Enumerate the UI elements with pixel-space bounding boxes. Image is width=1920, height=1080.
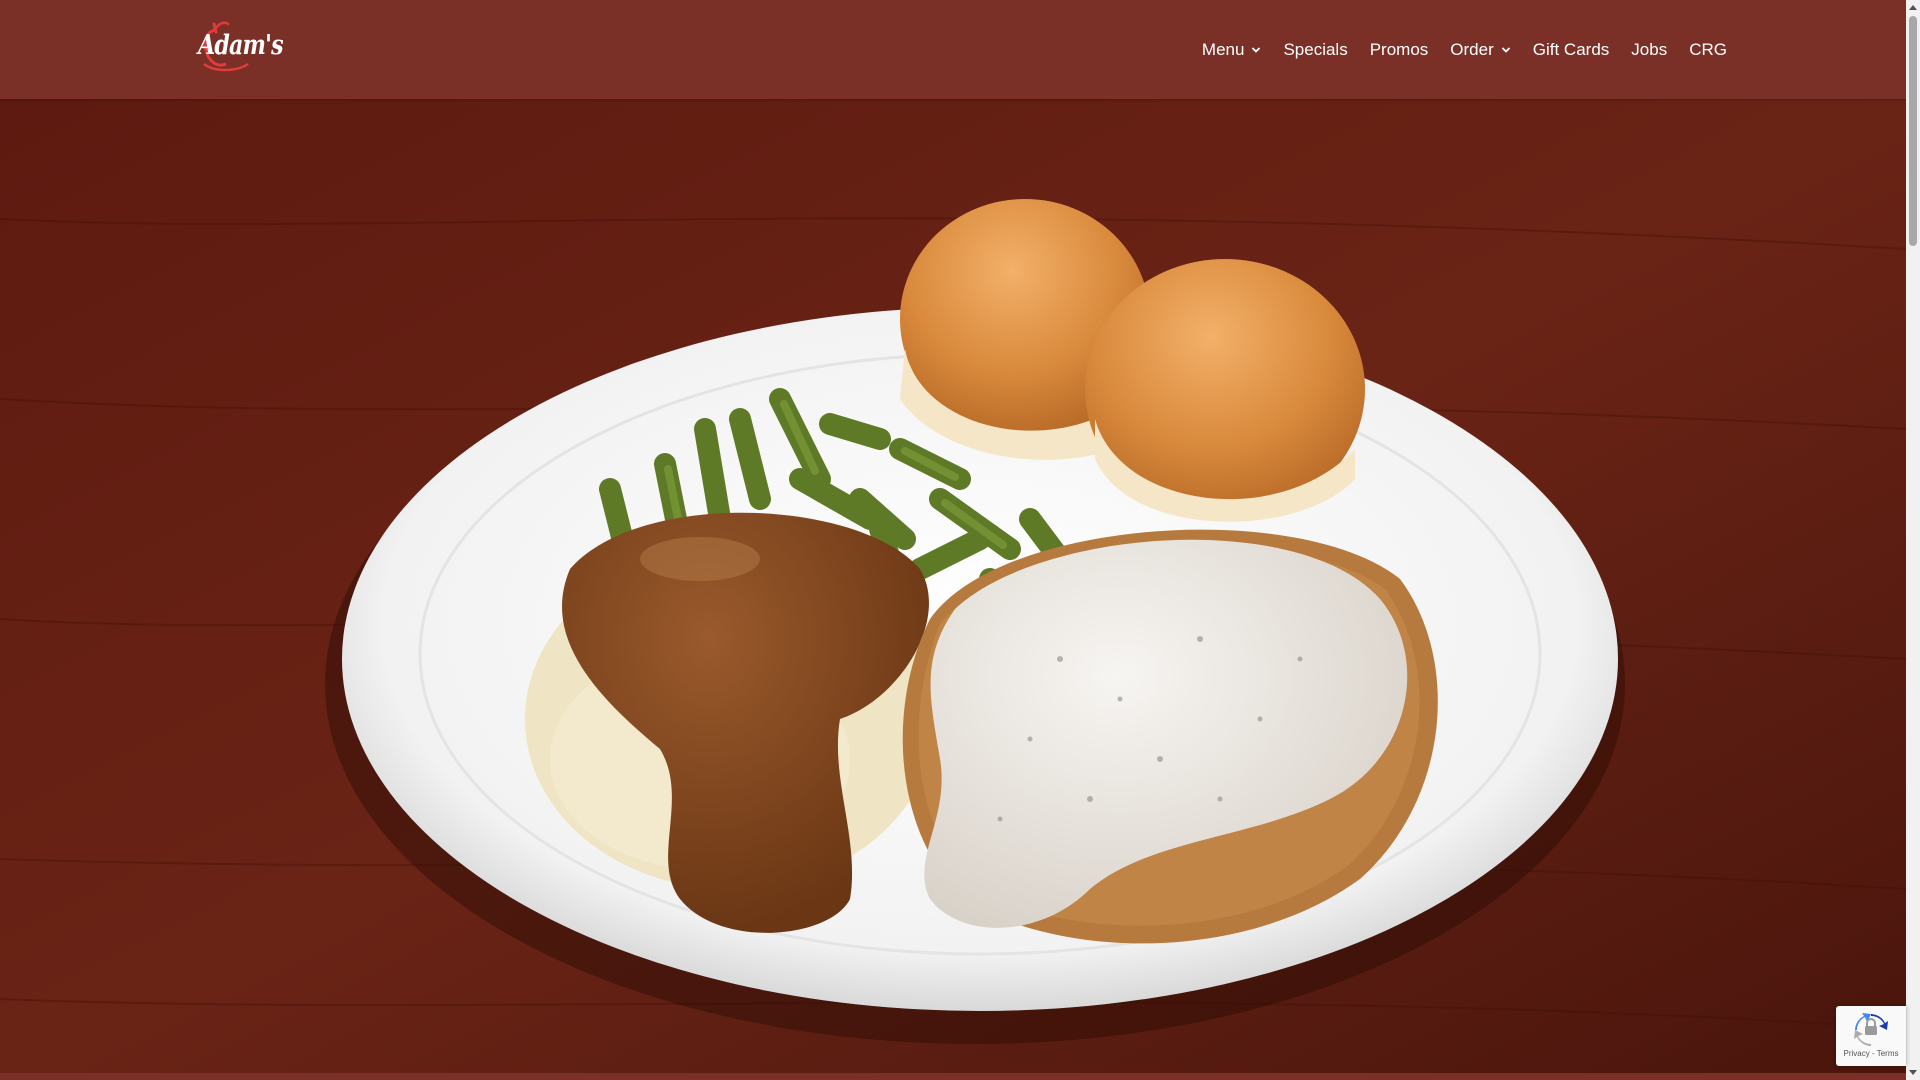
nav-item-label: CRG (1689, 39, 1727, 59)
hero-image (0, 99, 1906, 1073)
nav-item-label: Gift Cards (1532, 39, 1610, 59)
scroll-thumb[interactable] (1909, 16, 1917, 246)
nav-item-label: Jobs (1631, 39, 1668, 59)
scroll-up-arrow-icon[interactable] (1906, 0, 1920, 14)
scrollbar[interactable] (1906, 0, 1920, 1080)
recaptcha-badge[interactable]: Privacy - Terms (1836, 1006, 1906, 1066)
nav-item-label: Order (1450, 39, 1494, 59)
page: Adam's Menu Specials Promos Order Gift C… (0, 0, 1920, 1080)
scroll-down-arrow-icon[interactable] (1906, 1066, 1920, 1080)
nav-item-label: Promos (1369, 39, 1429, 59)
nav-item-crg[interactable]: CRG (1689, 40, 1727, 60)
chevron-down-icon (1252, 46, 1261, 53)
recaptcha-icon (1854, 1013, 1888, 1046)
bottom-strip (0, 1073, 1906, 1080)
logo-text[interactable]: Adam's (198, 30, 284, 61)
recaptcha-privacy-terms[interactable]: Privacy - Terms (1844, 1049, 1899, 1058)
nav-item-label: Menu (1201, 39, 1245, 59)
nav-item-gift-cards[interactable]: Gift Cards (1533, 40, 1610, 60)
main-nav: Menu Specials Promos Order Gift Cards Jo… (1180, 0, 1727, 99)
nav-item-jobs[interactable]: Jobs (1631, 40, 1667, 60)
nav-item-specials[interactable]: Specials (1283, 40, 1347, 60)
site-header: Adam's Menu Specials Promos Order Gift C… (0, 0, 1906, 99)
nav-item-promos[interactable]: Promos (1370, 40, 1429, 60)
nav-item-label: Specials (1283, 39, 1348, 59)
chevron-down-icon (1501, 46, 1510, 53)
nav-item-menu[interactable]: Menu (1202, 40, 1262, 60)
food-plate-photo (0, 99, 1906, 1073)
nav-item-order[interactable]: Order (1450, 40, 1510, 60)
